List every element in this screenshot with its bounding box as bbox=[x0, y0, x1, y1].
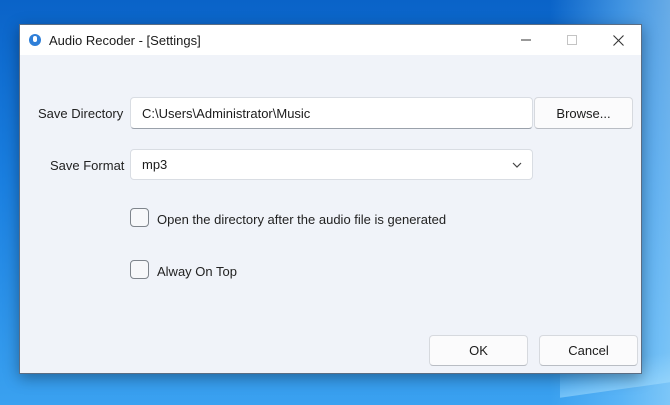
browse-button[interactable]: Browse... bbox=[534, 97, 633, 129]
save-format-label: Save Format bbox=[50, 158, 125, 173]
cancel-button-label: Cancel bbox=[568, 343, 609, 358]
chevron-down-icon bbox=[512, 162, 522, 168]
close-button[interactable] bbox=[595, 25, 641, 55]
ok-button-label: OK bbox=[469, 343, 488, 358]
save-format-select[interactable]: mp3 bbox=[130, 149, 533, 180]
minimize-icon bbox=[521, 39, 531, 41]
always-on-top-checkbox[interactable] bbox=[130, 260, 149, 279]
maximize-button[interactable] bbox=[549, 25, 595, 55]
window-title: Audio Recoder - [Settings] bbox=[49, 32, 201, 48]
microphone-icon bbox=[29, 34, 41, 46]
open-directory-checkbox[interactable] bbox=[130, 208, 149, 227]
cancel-button[interactable]: Cancel bbox=[539, 335, 638, 366]
always-on-top-label: Alway On Top bbox=[157, 264, 237, 279]
open-directory-label: Open the directory after the audio file … bbox=[157, 212, 447, 227]
title-bar[interactable]: Audio Recoder - [Settings] bbox=[20, 25, 641, 55]
maximize-icon bbox=[567, 35, 577, 45]
settings-window: Audio Recoder - [Settings] Save Director… bbox=[19, 24, 642, 374]
ok-button[interactable]: OK bbox=[429, 335, 528, 366]
minimize-button[interactable] bbox=[503, 25, 549, 55]
save-directory-label: Save Directory bbox=[38, 106, 124, 121]
close-icon bbox=[612, 34, 624, 46]
save-format-value: mp3 bbox=[142, 157, 168, 172]
browse-button-label: Browse... bbox=[556, 105, 611, 121]
save-directory-input[interactable]: C:\Users\Administrator\Music bbox=[130, 97, 533, 129]
save-directory-value: C:\Users\Administrator\Music bbox=[142, 105, 311, 121]
window-controls bbox=[503, 25, 641, 55]
